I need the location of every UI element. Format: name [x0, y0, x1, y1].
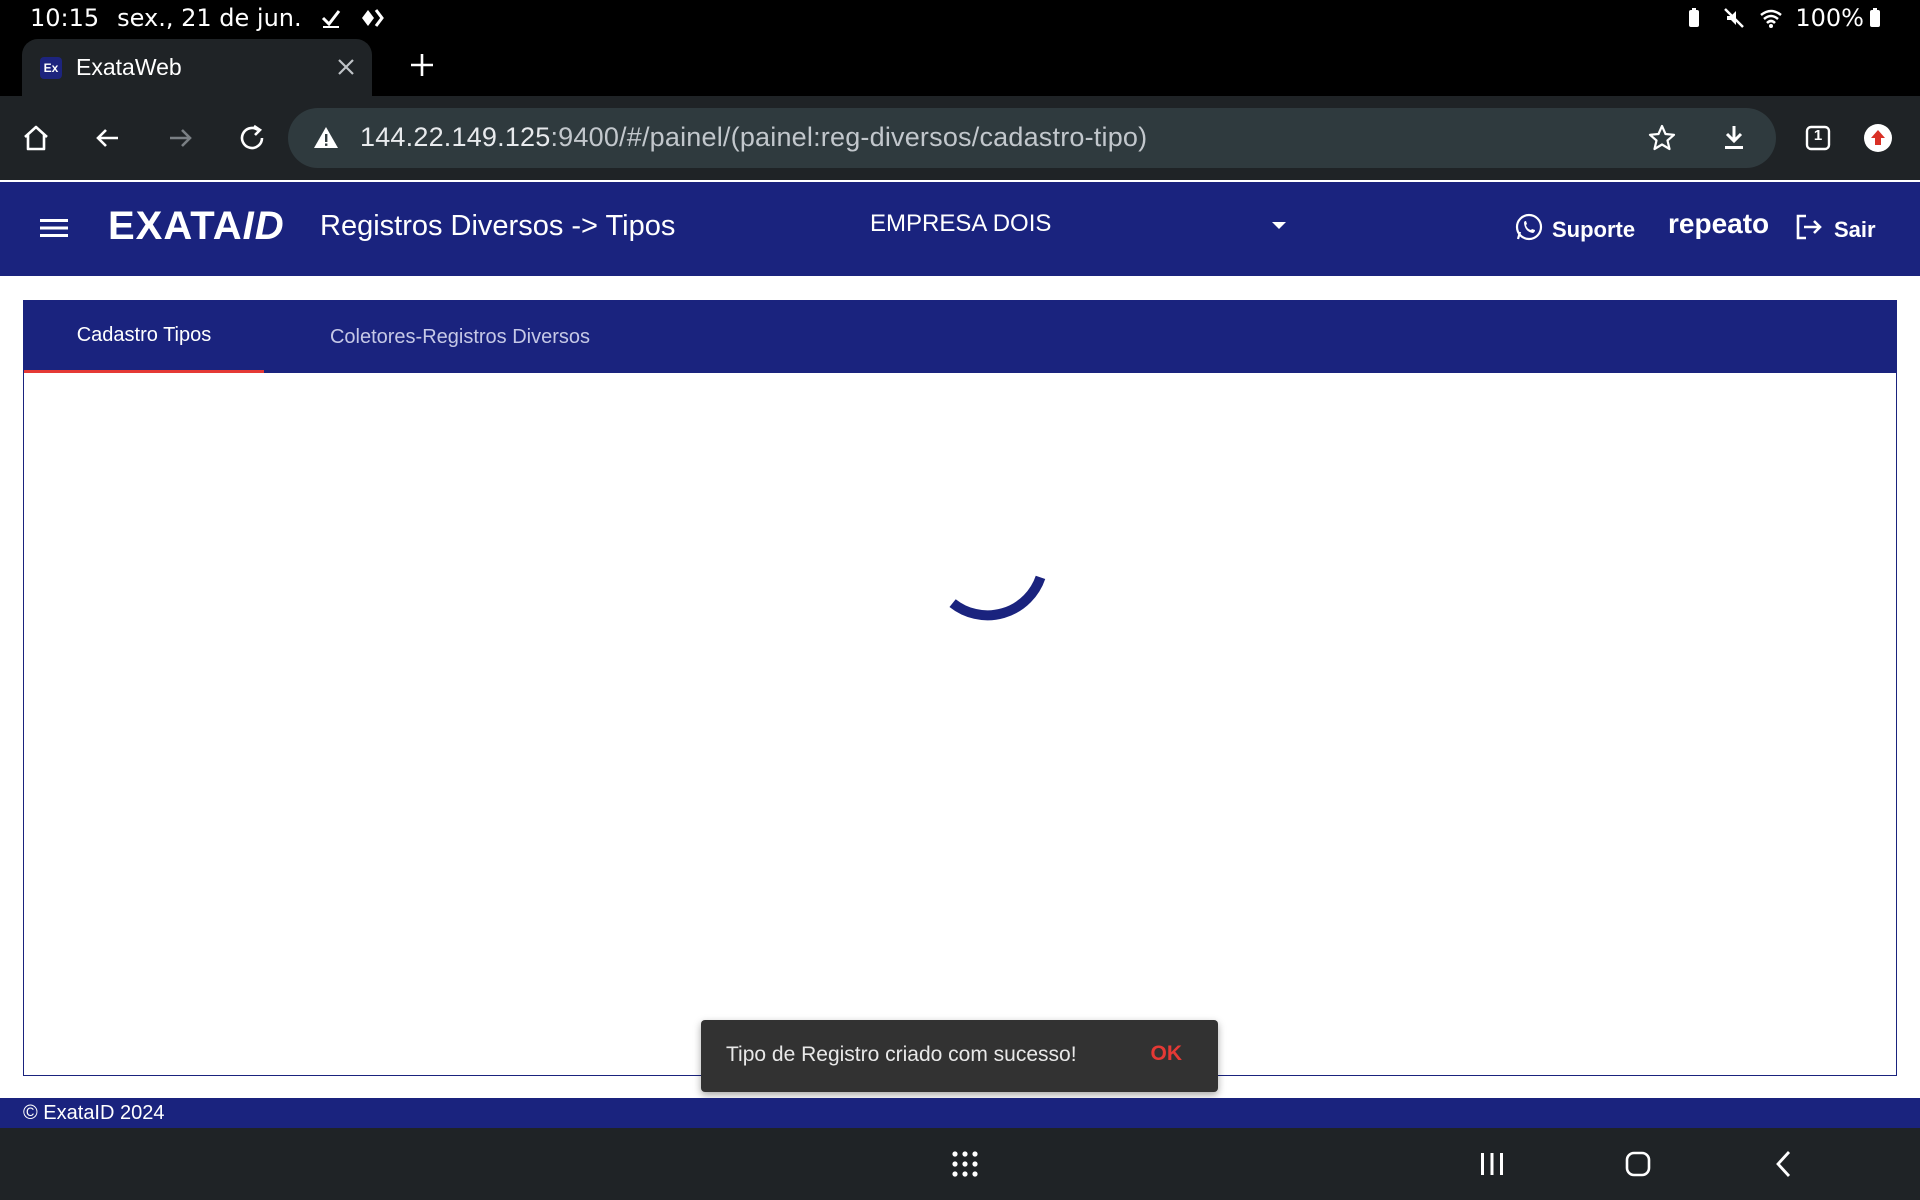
browser-tab-strip: Ex ExataWeb: [0, 36, 1920, 96]
username: repeato: [1668, 208, 1770, 239]
logo-suffix-text: ID: [242, 204, 285, 248]
exataid-logo: EXATAID: [108, 204, 285, 249]
url-host: 144.22.149.125: [360, 122, 551, 152]
tab-coletores-registros-diversos[interactable]: Coletores-Registros Diversos: [288, 301, 632, 373]
bookmark-star-icon[interactable]: [1646, 122, 1678, 154]
logout-button[interactable]: Sair: [1794, 212, 1876, 248]
url-text[interactable]: 144.22.149.125:9400/#/painel/(painel:reg…: [360, 122, 1147, 153]
address-bar[interactable]: 144.22.149.125:9400/#/painel/(painel:reg…: [288, 108, 1776, 168]
company-select[interactable]: EMPRESA DOIS: [870, 210, 1290, 248]
download-icon[interactable]: [1718, 122, 1750, 154]
system-nav-bar: [0, 1128, 1920, 1200]
dropdown-caret-icon: [1272, 222, 1286, 229]
snackbar-message: Tipo de Registro criado com sucesso!: [726, 1043, 1077, 1066]
url-path: :9400/#/painel/(painel:reg-diversos/cada…: [550, 122, 1148, 152]
footer: © ExataID 2024: [0, 1098, 1920, 1130]
tab-switcher-button[interactable]: 1: [1798, 118, 1838, 158]
new-tab-icon[interactable]: [405, 48, 439, 82]
loading-spinner: [912, 441, 1092, 621]
status-time: 10:15: [30, 4, 100, 32]
battery-level: 100%: [1795, 4, 1864, 32]
logout-icon: [1794, 212, 1824, 248]
home-nav-icon[interactable]: [1618, 1144, 1658, 1184]
status-date: sex., 21 de jun.: [117, 4, 302, 32]
wifi-icon: [1759, 7, 1783, 29]
browser-tab[interactable]: Ex ExataWeb: [22, 39, 372, 96]
company-select-value: EMPRESA DOIS: [870, 210, 1052, 237]
back-icon[interactable]: [88, 118, 128, 158]
recents-icon[interactable]: [1472, 1144, 1512, 1184]
logo-main-text: EXATA: [108, 204, 243, 248]
forward-icon[interactable]: [160, 118, 200, 158]
app-drawer-icon[interactable]: [945, 1144, 985, 1184]
close-tab-icon[interactable]: [332, 53, 360, 81]
mute-icon: [1723, 7, 1745, 29]
update-menu-icon[interactable]: [1858, 118, 1898, 158]
footer-copyright: © ExataID 2024: [23, 1102, 165, 1124]
tab-cadastro-tipos[interactable]: Cadastro Tipos: [24, 301, 264, 373]
whatsapp-icon: [1514, 212, 1544, 248]
battery-icon: [1868, 7, 1890, 29]
favicon-icon: Ex: [40, 56, 62, 79]
status-bar: 10:15 sex., 21 de jun. 100%: [0, 0, 1920, 36]
browser-toolbar: 144.22.149.125:9400/#/painel/(painel:reg…: [0, 96, 1920, 180]
support-button[interactable]: Suporte: [1514, 212, 1635, 248]
not-secure-warning-icon[interactable]: [312, 124, 340, 152]
tab-count: 1: [1813, 127, 1823, 144]
screen: 10:15 sex., 21 de jun. 100% Ex ExataWeb …: [0, 0, 1920, 1200]
hamburger-menu-icon[interactable]: [40, 216, 68, 240]
reload-icon[interactable]: [232, 118, 272, 158]
battery-saver-icon: [1687, 7, 1709, 29]
browser-tab-title: ExataWeb: [76, 54, 182, 80]
check-icon: [320, 7, 342, 29]
tabs-bar: Cadastro Tipos Coletores-Registros Diver…: [24, 301, 1896, 373]
snackbar: Tipo de Registro criado com sucesso! OK: [701, 1020, 1218, 1092]
content-card: Cadastro Tipos Coletores-Registros Diver…: [23, 300, 1897, 1076]
app-header: EXATAID Registros Diversos -> Tipos EMPR…: [0, 182, 1920, 276]
diamond-icon: [360, 7, 384, 29]
page-title: Registros Diversos -> Tipos: [320, 210, 676, 242]
home-icon[interactable]: [16, 118, 56, 158]
support-label: Suporte: [1552, 217, 1636, 242]
snackbar-ok-button[interactable]: OK: [1151, 1042, 1183, 1066]
logout-label: Sair: [1834, 217, 1876, 242]
back-nav-icon[interactable]: [1764, 1144, 1804, 1184]
